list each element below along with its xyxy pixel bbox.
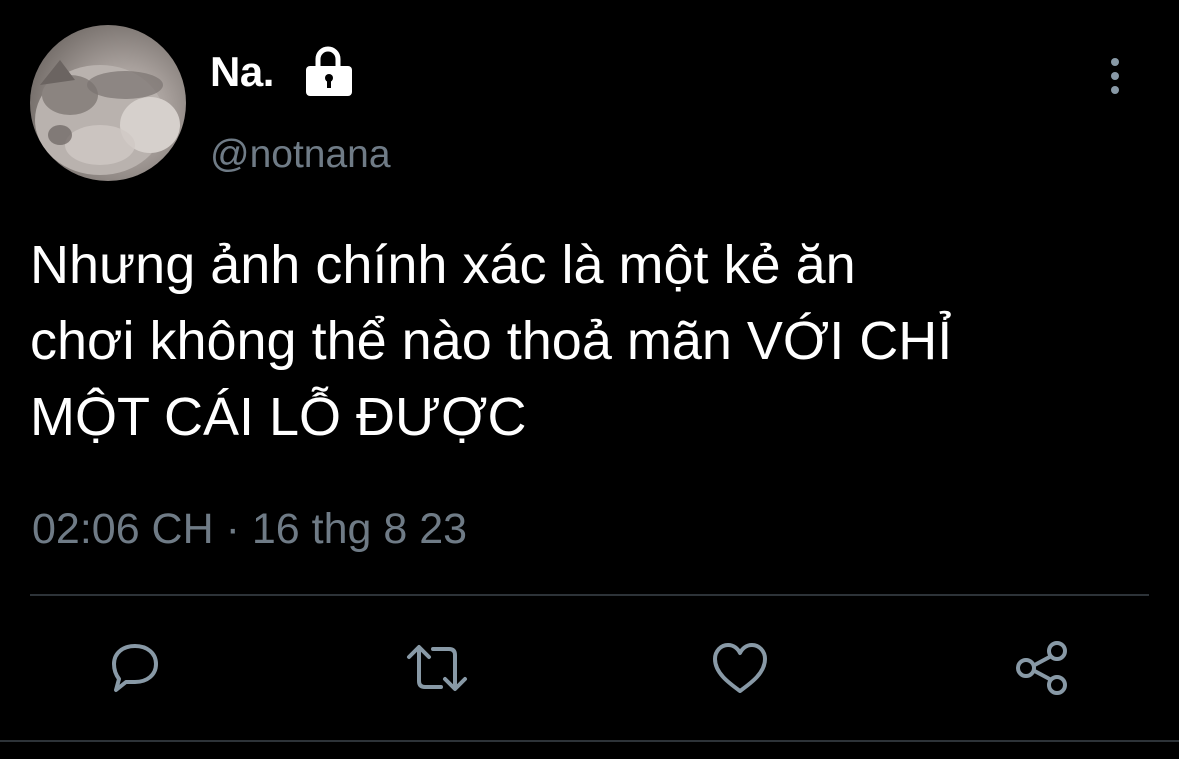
tweet-text: Nhưng ảnh chính xác là một kẻ ăn chơi kh… <box>30 235 953 447</box>
like-button[interactable] <box>708 636 772 700</box>
display-name[interactable]: Na. <box>210 46 274 98</box>
share-icon <box>1016 641 1067 695</box>
tweet-timestamp[interactable]: 02:06 CH · 16 thg 8 23 <box>32 502 467 556</box>
retweet-button[interactable] <box>405 636 469 700</box>
heart-icon <box>713 643 767 693</box>
divider <box>30 594 1149 596</box>
bottom-divider <box>0 740 1179 742</box>
retweet-icon <box>407 645 467 691</box>
lock-icon <box>306 46 352 96</box>
reply-button[interactable] <box>103 636 167 700</box>
cat-avatar-image <box>35 60 180 175</box>
user-handle[interactable]: @notnana <box>210 130 391 180</box>
avatar[interactable] <box>30 25 186 181</box>
comment-icon <box>112 644 158 692</box>
more-vertical-icon[interactable] <box>1097 52 1133 100</box>
share-button[interactable] <box>1011 636 1075 700</box>
